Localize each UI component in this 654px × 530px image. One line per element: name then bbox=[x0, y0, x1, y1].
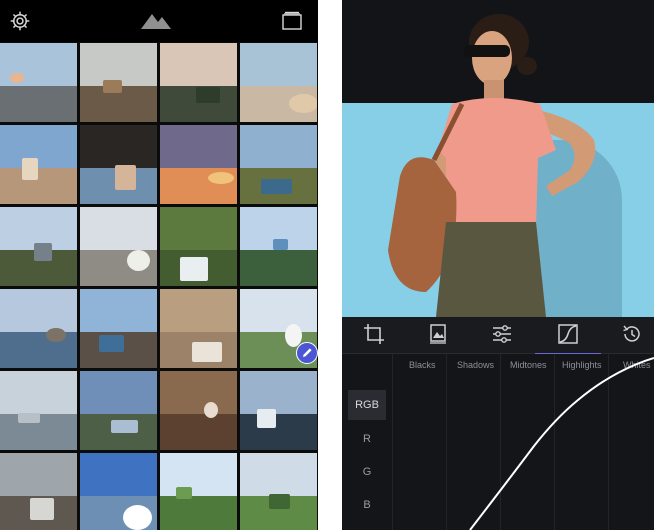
photo-man-sitting[interactable] bbox=[160, 371, 237, 450]
thumb-subject bbox=[34, 243, 52, 261]
thumb-sky bbox=[0, 289, 77, 333]
photo-fjord-hiker[interactable] bbox=[240, 207, 317, 286]
thumb-subject bbox=[196, 87, 220, 103]
thumb-sky bbox=[80, 371, 157, 415]
photo-palm-dusk[interactable] bbox=[160, 43, 237, 122]
thumb-ground bbox=[240, 414, 317, 450]
photo-dock-lake[interactable] bbox=[80, 289, 157, 368]
thumb-subject bbox=[208, 172, 234, 184]
photo-man-portrait[interactable] bbox=[80, 125, 157, 204]
curves-tool-icon[interactable] bbox=[557, 323, 579, 345]
history-icon[interactable] bbox=[621, 323, 643, 345]
mountain-logo-icon bbox=[141, 14, 171, 29]
thumb-subject bbox=[180, 257, 208, 281]
photo-coffee-table[interactable] bbox=[160, 289, 237, 368]
thumb-subject bbox=[261, 179, 292, 194]
thumb-subject bbox=[123, 505, 152, 530]
channel-g[interactable]: G bbox=[348, 457, 386, 487]
thumb-sky bbox=[160, 371, 237, 415]
photo-white-building[interactable] bbox=[80, 207, 157, 286]
adjust-sliders-icon[interactable] bbox=[491, 323, 513, 345]
thumb-subject bbox=[22, 158, 38, 180]
thumb-sky bbox=[80, 289, 157, 333]
thumb-sky bbox=[0, 125, 77, 169]
curves-panel[interactable]: Blacks Shadows Midtones Highlights White… bbox=[342, 354, 654, 530]
photo-glass-room[interactable] bbox=[0, 453, 77, 530]
thumb-sky bbox=[240, 289, 317, 333]
thumb-subject bbox=[257, 409, 276, 428]
settings-gear-icon[interactable] bbox=[9, 10, 31, 32]
thumb-subject bbox=[99, 335, 124, 352]
photo-church-tower[interactable] bbox=[240, 43, 317, 122]
thumb-subject bbox=[111, 420, 138, 433]
thumb-sky bbox=[240, 125, 317, 169]
thumb-ground bbox=[0, 332, 77, 368]
thumb-sky bbox=[0, 453, 77, 497]
thumb-sky bbox=[160, 125, 237, 169]
editor-toolbar bbox=[342, 317, 654, 355]
channel-r[interactable]: R bbox=[348, 424, 386, 454]
thumb-sky bbox=[80, 453, 157, 497]
edit-pencil-icon[interactable] bbox=[296, 342, 318, 364]
screen-divider bbox=[318, 0, 342, 530]
thumb-sky bbox=[240, 371, 317, 415]
photo-rocky-shore[interactable] bbox=[240, 125, 317, 204]
thumb-ground bbox=[0, 168, 77, 204]
edited-photo bbox=[342, 0, 654, 317]
thumb-ground bbox=[240, 250, 317, 286]
photo-old-buildings[interactable] bbox=[80, 43, 157, 122]
thumb-sky bbox=[80, 207, 157, 251]
thumb-sky bbox=[240, 43, 317, 87]
gallery-screen bbox=[0, 0, 318, 530]
editor-screen: Blacks Shadows Midtones Highlights White… bbox=[342, 0, 654, 530]
channel-rgb[interactable]: RGB bbox=[348, 390, 386, 420]
thumb-subject bbox=[103, 80, 122, 93]
photo-green-valley[interactable] bbox=[160, 453, 237, 530]
thumb-sky bbox=[160, 207, 237, 251]
channel-b[interactable]: B bbox=[348, 490, 386, 520]
channel-selector: RGB R G B bbox=[348, 390, 386, 526]
thumb-subject bbox=[273, 239, 288, 250]
thumb-subject bbox=[10, 73, 24, 83]
filters-tool-icon[interactable] bbox=[427, 323, 449, 345]
photo-balcony-sunset[interactable] bbox=[0, 43, 77, 122]
thumb-sky bbox=[160, 453, 237, 497]
thumb-subject bbox=[204, 402, 218, 418]
thumb-subject bbox=[289, 94, 317, 113]
thumb-sky bbox=[80, 125, 157, 169]
thumb-subject bbox=[176, 487, 192, 499]
photo-misty-jetty[interactable] bbox=[0, 371, 77, 450]
thumb-ground bbox=[160, 414, 237, 450]
tone-curve[interactable] bbox=[342, 354, 654, 530]
thumb-sky bbox=[0, 371, 77, 415]
photo-grassy-hill[interactable] bbox=[240, 453, 317, 530]
thumb-subject bbox=[18, 413, 40, 423]
thumb-subject bbox=[127, 250, 150, 271]
thumb-subject bbox=[192, 342, 222, 362]
photo-valley-river[interactable] bbox=[80, 371, 157, 450]
albums-stack-icon[interactable] bbox=[281, 9, 303, 31]
photo-sunset-clouds[interactable] bbox=[160, 125, 237, 204]
photo-lake-pier[interactable] bbox=[0, 289, 77, 368]
thumb-sky bbox=[240, 453, 317, 497]
thumb-subject bbox=[30, 498, 54, 520]
photo-cloudy-cliff[interactable] bbox=[0, 207, 77, 286]
thumb-subject bbox=[46, 328, 66, 342]
photo-woman-figure bbox=[388, 14, 596, 317]
thumb-sky bbox=[160, 289, 237, 333]
thumb-ground bbox=[0, 86, 77, 122]
thumb-subject bbox=[269, 494, 290, 509]
thumb-subject bbox=[115, 165, 136, 190]
photo-mountain-lake[interactable] bbox=[240, 371, 317, 450]
photo-waterfall[interactable] bbox=[160, 207, 237, 286]
photo-blue-sky-sea[interactable] bbox=[80, 453, 157, 530]
gallery-top-bar bbox=[0, 0, 318, 42]
crop-tool-icon[interactable] bbox=[363, 323, 385, 345]
photo-coast-town[interactable] bbox=[0, 125, 77, 204]
thumb-ground bbox=[160, 496, 237, 530]
thumb-sky bbox=[160, 43, 237, 87]
